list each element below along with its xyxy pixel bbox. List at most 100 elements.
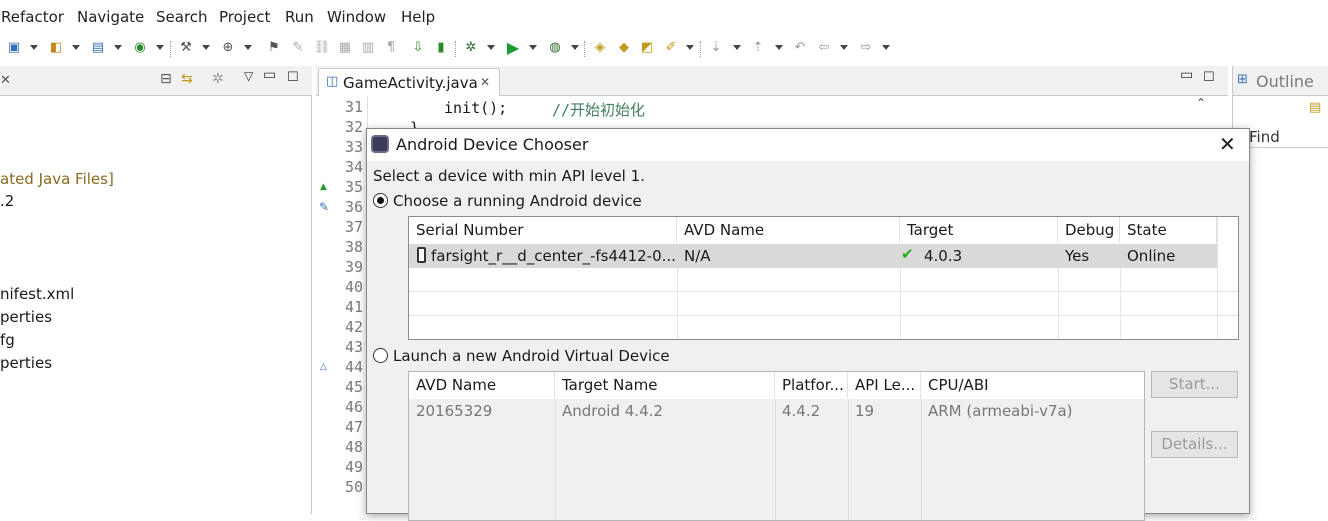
col-header-platform[interactable]: Platfor...	[775, 372, 848, 398]
col-header-api-level[interactable]: API Le...	[848, 372, 921, 398]
new-class-icon[interactable]: ▤	[88, 39, 108, 57]
avd-name[interactable]: 20165329	[409, 399, 555, 423]
android-app-icon	[371, 135, 389, 153]
prev-annotation-icon[interactable]: ⇡	[748, 39, 768, 57]
pilcrow-icon[interactable]: ¶	[381, 39, 401, 57]
outline-icon: ⊞	[1237, 72, 1248, 87]
menu-run[interactable]: Run	[285, 8, 314, 26]
pen-icon[interactable]: ✎	[288, 39, 308, 57]
tree-item-properties[interactable]: perties	[0, 308, 52, 326]
device-debug: Yes	[1065, 247, 1090, 265]
device-state: Online	[1127, 247, 1176, 265]
editor-tab-label: GameActivity.java	[343, 74, 478, 92]
scroll-up-icon[interactable]: ⌃	[1196, 96, 1206, 110]
col-header-avd-name[interactable]: AVD Name	[677, 217, 900, 243]
link-icon[interactable]: ⛓	[312, 39, 332, 57]
line-number: 37	[344, 218, 363, 236]
line-number-gutter: 31 32 33 34 35 36 37 38 39 40 41 42 43 44 45 46 47 48 49 50	[332, 96, 368, 514]
tree-item-project-properties[interactable]: perties	[0, 354, 52, 372]
avd-details-button[interactable]: Details...	[1151, 431, 1238, 458]
dropdown-arrow-icon[interactable]	[30, 45, 38, 50]
last-edit-icon[interactable]: ↶	[790, 39, 810, 57]
col-header-serial[interactable]: Serial Number	[409, 217, 677, 243]
line-number: 46	[344, 398, 363, 416]
document-icon[interactable]: ▥	[358, 39, 378, 57]
close-icon[interactable]: ✕	[0, 73, 11, 88]
collapse-all-icon[interactable]: ⊟	[160, 71, 172, 87]
next-annotation-icon[interactable]: ⇣	[706, 39, 726, 57]
new-java-class-icon[interactable]: ◉	[130, 39, 150, 57]
search-torch-icon[interactable]: ✐	[661, 39, 681, 57]
new-project-icon[interactable]: ▣	[4, 39, 24, 57]
dropdown-arrow-icon[interactable]	[72, 45, 80, 50]
line-number: 45	[344, 378, 363, 396]
dropdown-arrow-icon[interactable]	[202, 45, 210, 50]
outline-toolbar-icon[interactable]: ▤	[1309, 100, 1321, 115]
sdk-download-icon[interactable]: ⇩	[408, 39, 428, 57]
check-icon: ✔	[901, 245, 914, 263]
tree-item-generated-files[interactable]: ated Java Files]	[0, 170, 114, 188]
tree-item-proguard-cfg[interactable]: fg	[0, 331, 15, 349]
new-package-icon[interactable]: ◧	[46, 39, 66, 57]
menu-refactor[interactable]: Refactor	[1, 8, 64, 26]
minimize-icon[interactable]: ▭	[1180, 67, 1193, 83]
line-number: 49	[344, 458, 363, 476]
table-row[interactable]: farsight_r__d_center_-fs4412-0... N/A ✔ …	[409, 244, 1217, 268]
dropdown-arrow-icon[interactable]	[775, 45, 783, 50]
run-icon[interactable]: ▶	[503, 39, 523, 57]
col-header-target-name[interactable]: Target Name	[555, 372, 775, 398]
dropdown-arrow-icon[interactable]	[686, 45, 694, 50]
close-dialog-icon[interactable]: ✕	[1219, 132, 1236, 156]
build-hammer-icon[interactable]: ⚒	[176, 39, 196, 57]
menu-search[interactable]: Search	[156, 8, 208, 26]
dropdown-arrow-icon[interactable]	[882, 45, 890, 50]
outline-title[interactable]: Outline	[1256, 72, 1314, 91]
tree-item-library[interactable]: .2	[0, 192, 14, 210]
tab-game-activity[interactable]: ◫ GameActivity.java ✕	[318, 68, 500, 96]
pin-icon[interactable]: ⚑	[264, 39, 284, 57]
maximize-icon[interactable]: ☐	[1203, 70, 1215, 85]
start-avd-button[interactable]: Start...	[1151, 371, 1238, 398]
col-header-avd-name[interactable]: AVD Name	[409, 372, 555, 398]
globe-icon[interactable]: ⊕	[218, 39, 238, 57]
col-header-debug[interactable]: Debug	[1058, 217, 1120, 243]
menu-navigate[interactable]: Navigate	[77, 8, 144, 26]
dropdown-arrow-icon[interactable]	[114, 45, 122, 50]
dropdown-arrow-icon[interactable]	[244, 45, 252, 50]
menu-window[interactable]: Window	[327, 8, 386, 26]
debug-bug-icon[interactable]: ✲	[461, 39, 481, 57]
open-folder-icon[interactable]: ◩	[637, 39, 657, 57]
dropdown-arrow-icon[interactable]	[733, 45, 741, 50]
minimize-icon[interactable]: ▭	[263, 67, 276, 83]
link-with-editor-icon[interactable]: ⇆	[181, 71, 193, 87]
external-tools-icon[interactable]: ◍	[545, 39, 565, 57]
grid-line	[677, 268, 678, 339]
menu-project[interactable]: Project	[219, 8, 270, 26]
dropdown-arrow-icon[interactable]	[487, 45, 495, 50]
view-menu-icon[interactable]: ▽	[244, 69, 253, 83]
dropdown-arrow-icon[interactable]	[840, 45, 848, 50]
android-device-icon[interactable]: ▮	[431, 39, 451, 57]
tree-item-manifest[interactable]: nifest.xml	[0, 285, 74, 303]
close-tab-icon[interactable]: ✕	[480, 75, 490, 89]
annotate-icon[interactable]: ▦	[335, 39, 355, 57]
open-task-icon[interactable]: ◆	[614, 39, 634, 57]
open-type-icon[interactable]: ◈	[590, 39, 610, 57]
choose-running-label[interactable]: Choose a running Android device	[393, 192, 642, 210]
dropdown-arrow-icon[interactable]	[529, 45, 537, 50]
launch-avd-label[interactable]: Launch a new Android Virtual Device	[393, 347, 670, 365]
focus-icon[interactable]: ✲	[212, 71, 224, 87]
launch-avd-radio[interactable]	[373, 348, 388, 363]
dropdown-arrow-icon[interactable]	[156, 45, 164, 50]
col-header-state[interactable]: State	[1120, 217, 1217, 243]
maximize-icon[interactable]: ☐	[287, 70, 299, 85]
col-header-target[interactable]: Target	[900, 217, 1058, 243]
dropdown-arrow-icon[interactable]	[571, 45, 579, 50]
menu-help[interactable]: Help	[401, 8, 435, 26]
col-header-cpu-abi[interactable]: CPU/ABI	[921, 372, 1144, 398]
choose-running-radio[interactable]	[373, 193, 388, 208]
menu-bar: Refactor Navigate Search Project Run Win…	[0, 0, 1328, 34]
back-arrow-icon[interactable]: ⇦	[814, 39, 834, 57]
line-number: 47	[344, 418, 363, 436]
forward-arrow-icon[interactable]: ⇨	[856, 39, 876, 57]
